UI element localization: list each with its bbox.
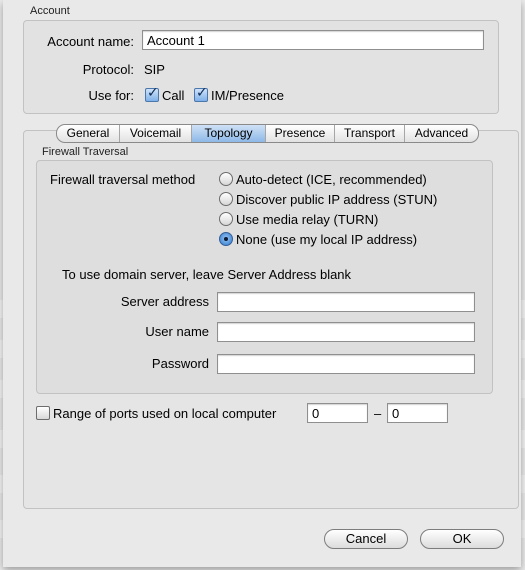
- radio-none-label[interactable]: None (use my local IP address): [236, 232, 417, 247]
- radio-auto-detect-label[interactable]: Auto-detect (ICE, recommended): [236, 172, 427, 187]
- account-name-field[interactable]: [142, 30, 484, 50]
- protocol-label: Protocol:: [82, 62, 134, 77]
- radio-turn-label[interactable]: Use media relay (TURN): [236, 212, 378, 227]
- cancel-button[interactable]: Cancel: [324, 529, 408, 549]
- tab-voicemail[interactable]: Voicemail: [119, 125, 191, 142]
- radio-stun[interactable]: [219, 192, 233, 206]
- settings-tabs: General Voicemail Topology Presence Tran…: [56, 124, 479, 143]
- im-presence-checkbox[interactable]: ✓: [194, 84, 208, 102]
- password-label: Password: [151, 356, 209, 371]
- tab-presence[interactable]: Presence: [265, 125, 334, 142]
- port-range-label[interactable]: Range of ports used on local computer: [53, 406, 276, 421]
- server-address-label: Server address: [120, 294, 209, 309]
- tab-advanced[interactable]: Advanced: [404, 125, 478, 142]
- tab-general[interactable]: General: [57, 125, 119, 142]
- radio-none[interactable]: [219, 232, 233, 246]
- radio-stun-label[interactable]: Discover public IP address (STUN): [236, 192, 437, 207]
- domain-server-hint: To use domain server, leave Server Addre…: [62, 267, 352, 282]
- use-for-label: Use for:: [88, 88, 134, 103]
- firewall-method-label: Firewall traversal method: [50, 172, 196, 187]
- radio-turn[interactable]: [219, 212, 233, 226]
- user-name-label: User name: [145, 324, 209, 339]
- tab-transport[interactable]: Transport: [334, 125, 404, 142]
- radio-selected-dot: [224, 237, 228, 241]
- ok-button[interactable]: OK: [420, 529, 504, 549]
- tab-topology[interactable]: Topology: [191, 125, 265, 142]
- port-range-checkbox[interactable]: [36, 406, 50, 420]
- port-from-field[interactable]: [307, 403, 368, 423]
- radio-auto-detect[interactable]: [219, 172, 233, 186]
- protocol-value: SIP: [144, 62, 165, 77]
- checkmark-icon: ✓: [147, 84, 159, 100]
- account-group-title: Account: [30, 5, 70, 17]
- password-field[interactable]: [217, 354, 475, 374]
- user-name-field[interactable]: [217, 322, 475, 342]
- account-settings-sheet: Account Account name: Protocol: SIP Use …: [3, 0, 521, 567]
- checkmark-icon: ✓: [196, 84, 208, 100]
- im-presence-label[interactable]: IM/Presence: [211, 88, 284, 103]
- port-range-separator: –: [374, 406, 382, 421]
- call-label[interactable]: Call: [162, 88, 184, 103]
- account-name-label: Account name:: [47, 34, 134, 49]
- call-checkbox[interactable]: ✓: [145, 84, 159, 102]
- firewall-group-title: Firewall Traversal: [42, 146, 129, 158]
- port-to-field[interactable]: [387, 403, 448, 423]
- server-address-field[interactable]: [217, 292, 475, 312]
